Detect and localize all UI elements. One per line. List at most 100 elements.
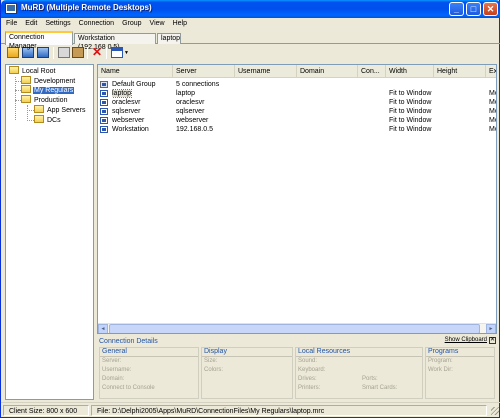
field-colors: Colors: — [204, 367, 224, 373]
new-connection-icon[interactable] — [37, 47, 49, 58]
tree-node-dcs[interactable]: DCs — [34, 115, 62, 125]
column-width[interactable]: Width — [386, 65, 434, 78]
group-divider — [202, 356, 292, 357]
cell-domain — [300, 89, 357, 98]
group-tree[interactable]: Local Root Development My Regulars Produ… — [5, 64, 94, 400]
toolbar-separator — [53, 47, 54, 59]
column-username[interactable]: Username — [235, 65, 297, 78]
scroll-left-button[interactable]: ◄ — [98, 324, 108, 333]
cell-text: Mo — [489, 108, 496, 115]
folder-icon — [34, 105, 44, 113]
menu-view[interactable]: View — [146, 18, 169, 29]
maximize-button[interactable]: □ — [466, 2, 481, 16]
cell-width: Fit to Window — [389, 125, 433, 134]
menu-settings[interactable]: Settings — [41, 18, 74, 29]
field-program: Program: — [428, 358, 453, 364]
chevron-down-icon[interactable]: ▼ — [124, 50, 129, 56]
cell-domain — [300, 80, 357, 89]
cell-text: Default Group — [112, 81, 156, 88]
column-server[interactable]: Server — [173, 65, 235, 78]
scroll-right-button[interactable]: ► — [486, 324, 496, 333]
tree-node-local-root[interactable]: Local Root — [9, 66, 56, 76]
tree-node-app-servers[interactable]: App Servers — [34, 105, 87, 115]
menu-connection[interactable]: Connection — [75, 18, 118, 29]
cell-server: webserver — [176, 116, 234, 125]
table-row[interactable]: sqlserver sqlserver Fit to Window Mo — [98, 107, 496, 116]
cell-text: Fit to Window — [389, 117, 432, 124]
details-group-general: General Server: Username: Domain: Connec… — [99, 347, 199, 399]
field-size: Size: — [204, 358, 218, 364]
cell-domain — [300, 116, 357, 125]
cell-text: laptop — [176, 90, 196, 97]
cell-text: sqlserver — [176, 108, 205, 115]
cell-text: sqlserver — [112, 108, 141, 115]
app-icon — [5, 3, 17, 14]
cell-text: oraclesvr — [112, 99, 141, 106]
cell-username — [238, 107, 296, 116]
close-button[interactable]: ✕ — [483, 2, 498, 16]
tree-line — [27, 120, 34, 121]
cell-text: Fit to Window — [389, 108, 432, 115]
cell-con — [361, 107, 385, 116]
table-row[interactable]: Workstation 192.168.0.5 Fit to Window Mo — [98, 125, 496, 134]
menu-bar: File Edit Settings Connection Group View… — [1, 18, 500, 29]
cell-text: Fit to Window — [389, 90, 432, 97]
column-name[interactable]: Name — [98, 65, 173, 78]
cell-con — [361, 116, 385, 125]
remote-desktop-icon — [100, 108, 108, 115]
title-bar[interactable]: MuRD (Multiple Remote Desktops) _ □ ✕ — [1, 0, 500, 18]
cell-text: oraclesvr — [176, 99, 205, 106]
remote-desktop-icon — [100, 126, 108, 133]
cell-name: Default Group — [112, 80, 173, 89]
menu-file[interactable]: File — [1, 18, 21, 29]
table-row[interactable]: webserver webserver Fit to Window Mo — [98, 116, 496, 125]
connection-list[interactable]: Name Server Username Domain Con... Width… — [97, 64, 497, 334]
table-row[interactable]: Default Group 5 connections — [98, 80, 496, 89]
view-icon[interactable] — [111, 47, 123, 58]
resize-grip[interactable] — [491, 407, 499, 415]
cell-ex: Mo — [489, 125, 496, 134]
table-row[interactable]: laptop laptop Fit to Window Mo — [98, 89, 496, 98]
cell-text: 5 connections — [176, 81, 220, 88]
folder-icon — [21, 95, 31, 103]
cell-server: laptop — [176, 89, 234, 98]
field-sound: Sound: — [298, 358, 318, 364]
field-username: Username: — [102, 367, 132, 373]
column-console[interactable]: Con... — [358, 65, 386, 78]
scroll-thumb[interactable] — [109, 324, 480, 333]
menu-help[interactable]: Help — [169, 18, 191, 29]
column-domain[interactable]: Domain — [297, 65, 358, 78]
paste-icon[interactable] — [72, 47, 84, 58]
column-ex[interactable]: Ex — [486, 65, 496, 78]
cell-text: Mo — [489, 99, 496, 106]
tree-node-production[interactable]: Production — [21, 95, 68, 105]
cell-text: Mo — [489, 126, 496, 133]
tab-laptop[interactable]: laptop — [157, 33, 181, 44]
close-details-icon[interactable]: ✕ — [489, 337, 496, 344]
tree-line — [15, 77, 16, 120]
delete-icon[interactable]: ✕ — [91, 46, 103, 58]
cell-width: Fit to Window — [389, 116, 433, 125]
details-group-local-resources: Local Resources Sound: Keyboard: Drives:… — [295, 347, 423, 399]
minimize-button[interactable]: _ — [449, 2, 464, 16]
menu-group[interactable]: Group — [118, 18, 145, 29]
tab-connection-manager[interactable]: Connection Manager — [5, 31, 73, 50]
cell-height — [437, 125, 485, 134]
cell-name: oraclesvr — [112, 98, 173, 107]
tree-line — [27, 105, 28, 121]
cell-domain — [300, 125, 357, 134]
tab-workstation[interactable]: Workstation (192.168.0.5) — [74, 33, 156, 51]
cell-ex — [489, 80, 496, 89]
status-client-size: Client Size: 800 x 600 — [3, 405, 89, 416]
column-height[interactable]: Height — [434, 65, 486, 78]
menu-edit[interactable]: Edit — [21, 18, 41, 29]
cell-width — [389, 80, 433, 89]
copy-icon[interactable] — [58, 47, 70, 58]
cell-text: laptop — [112, 89, 133, 98]
table-row[interactable]: oraclesvr oraclesvr Fit to Window Mo — [98, 98, 496, 107]
show-clipboard-link[interactable]: Show Clipboard — [445, 337, 487, 343]
tree-node-my-regulars[interactable]: My Regulars — [21, 85, 75, 95]
horizontal-scrollbar[interactable]: ◄ ► — [98, 323, 496, 333]
field-drives: Drives: — [298, 376, 317, 382]
remote-desktop-icon — [100, 99, 108, 106]
